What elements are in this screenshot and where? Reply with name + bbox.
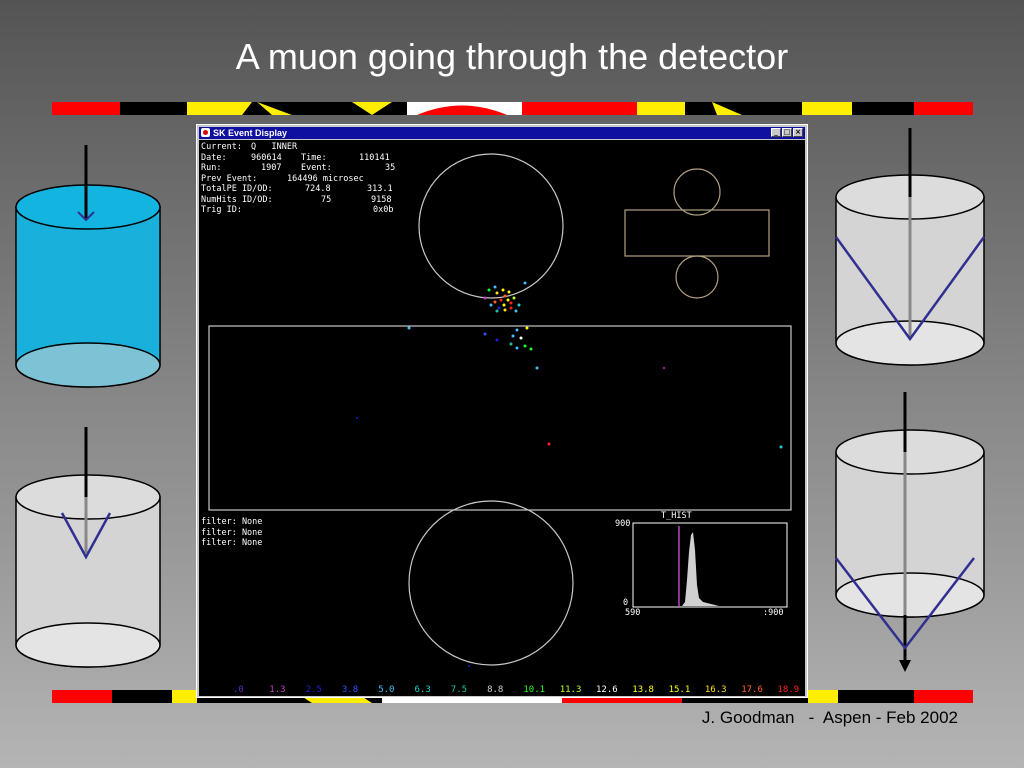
slide-footer: J. Goodman - Aspen - Feb 2002 — [701, 708, 958, 727]
trig-id-value: 0x0b — [373, 205, 394, 215]
total-pe-id-value: 724.8 — [305, 184, 331, 194]
gray-tank-muon-exiting-illustration — [835, 392, 985, 672]
date-label: Date: — [201, 152, 227, 163]
inner-detector-bottom-cap — [408, 500, 574, 666]
num-hits-label: NumHits ID/OD: — [201, 194, 273, 205]
histogram-title: T_HIST — [661, 511, 692, 521]
histogram-y-max-label: 900 — [615, 519, 631, 529]
num-hits-od-value: 9158 — [371, 194, 392, 205]
outer-detector-barrel — [624, 209, 770, 257]
detector-unrolled-view — [208, 153, 792, 667]
gray-tank-short-track-illustration — [15, 427, 161, 668]
color-scale-label: 17.6 — [741, 685, 763, 695]
current-value: Q INNER — [251, 142, 298, 152]
color-scale-label: 10.1 — [523, 685, 546, 695]
color-scale-label: 13.8 — [632, 685, 654, 695]
close-button[interactable]: × — [793, 128, 803, 137]
slide-title: A muon going through the detector — [235, 36, 789, 77]
gray-tank-cone-illustration — [834, 128, 986, 366]
date-value: 960614 — [251, 152, 282, 163]
color-scale-label: 11.3 — [559, 685, 582, 695]
inner-detector-barrel — [208, 325, 792, 511]
blue-tank-muon-entering-illustration — [15, 145, 161, 388]
current-label: Current: — [201, 142, 242, 152]
histogram-x-max-label: :900 — [763, 608, 784, 618]
prev-event-value: 164496 microsec — [287, 173, 364, 184]
sk-event-display-window[interactable]: SK Event Display _ □ × Current: Q INNER … — [196, 124, 808, 698]
filter-line: filter: None — [201, 538, 263, 548]
color-scale-label: 5.0 — [378, 685, 395, 695]
time-histogram — [632, 522, 788, 608]
event-display-canvas[interactable]: Current: Q INNER Date: 960614 Time: 110141 R… — [199, 140, 805, 696]
color-scale-label: 3.8 — [341, 685, 359, 695]
filter-line: filter: None — [201, 517, 263, 527]
histogram-x-min-label: 590 — [625, 608, 641, 618]
color-scale-label: 15.1 — [668, 685, 691, 695]
color-scale-label: 1.3 — [269, 685, 286, 695]
window-titlebar[interactable]: SK Event Display _ □ × — [199, 127, 805, 139]
charge-color-scale: .0 1.3 2.5 3.8 5.0 6.3 7.5 8.8 10.1 11.3 12.6 13.8 1… — [199, 685, 805, 696]
color-scale-label: 6.3 — [414, 685, 431, 695]
histogram-y-min-label: 0 — [623, 598, 629, 608]
color-scale-label: 12.6 — [596, 685, 618, 695]
filter-panel: filter: None filter: None filter: None — [201, 517, 262, 549]
num-hits-id-value: 75 — [321, 194, 332, 205]
event-value: 35 — [385, 163, 396, 173]
app-icon[interactable] — [201, 128, 210, 137]
minimize-button[interactable]: _ — [771, 128, 781, 137]
filter-line: filter: None — [201, 527, 263, 538]
time-value: 110141 — [359, 152, 390, 163]
total-pe-label: TotalPE ID/OD: — [201, 184, 273, 194]
event-label: Event: — [301, 163, 332, 173]
run-value: 1907 — [261, 163, 282, 173]
event-info-panel: Current: Q INNER Date: 960614 Time: 110141 R… — [201, 142, 401, 216]
color-scale-label: 18.9 — [777, 685, 800, 695]
run-label: Run: — [201, 163, 222, 173]
color-scale-label: 16.3 — [704, 685, 727, 695]
color-scale-label: 8.8 — [487, 685, 504, 695]
total-pe-od-value: 313.1 — [367, 184, 393, 194]
color-scale-label: .0 — [233, 685, 244, 695]
window-title: SK Event Display — [213, 128, 288, 138]
outer-detector-bottom-cap — [675, 255, 719, 299]
trig-id-label: Trig ID: — [201, 205, 242, 215]
inner-detector-top-cap — [418, 153, 564, 299]
maximize-button[interactable]: □ — [782, 128, 792, 137]
color-scale-label: 2.5 — [305, 685, 322, 695]
time-label: Time: — [301, 152, 327, 163]
top-decorative-stripe — [52, 102, 973, 115]
prev-event-label: Prev Event: — [201, 173, 258, 184]
outer-detector-top-cap — [673, 168, 721, 216]
color-scale-label: 7.5 — [450, 685, 468, 695]
